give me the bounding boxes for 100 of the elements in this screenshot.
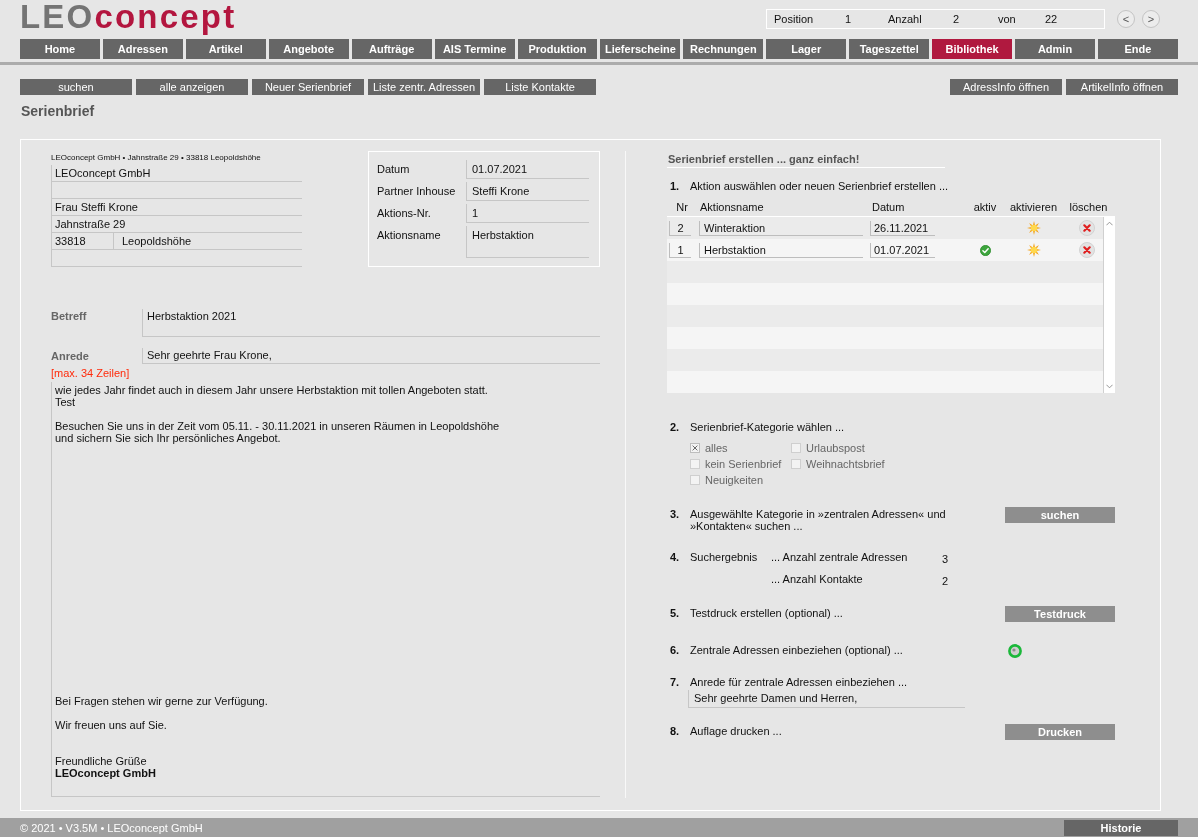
address-field[interactable]: LEOconcept GmbH [51,165,302,182]
nav-tab[interactable]: Lager [766,39,847,59]
toolbar-button[interactable]: AdressInfo öffnen [950,79,1062,95]
step-number: 8. [669,725,681,737]
checkbox[interactable] [791,443,801,453]
action-name-field[interactable]: Winteraktion [699,220,863,236]
result-value: 3 [942,552,949,565]
previous-record-button[interactable]: < [1117,10,1135,28]
sun-icon[interactable] [1026,221,1041,235]
step-text: Anrede für zentrale Adressen einbeziehen ... [690,676,909,688]
info-field[interactable]: Herbstaktion [466,226,589,258]
delete-icon[interactable] [1079,242,1095,258]
salutation-label: Anrede [51,349,90,364]
nav-tab[interactable]: Aufträge [351,39,432,59]
scrollbar[interactable] [1103,217,1115,393]
letter-paragraph: Freundliche Grüße LEOconcept GmbH [55,755,157,779]
address-field[interactable]: Jahnstraße 29 [51,216,302,233]
scroll-up-icon[interactable] [1106,221,1113,226]
toolbar-button[interactable]: suchen [20,79,132,95]
info-field[interactable]: 01.07.2021 [466,160,589,179]
record-label: von [997,13,1017,25]
action-name-field[interactable]: Herbstaktion [699,242,863,258]
scroll-down-icon[interactable] [1106,384,1113,389]
subject-label: Betreff [51,309,88,324]
step-number: 7. [669,676,681,688]
checkbox[interactable] [690,459,700,469]
checkbox[interactable] [791,459,801,469]
record-value: 2 [952,13,961,25]
step-number: 1. [669,180,681,192]
nav-tab[interactable]: Angebote [268,39,349,59]
nav-tab[interactable]: Rechnungen [683,39,764,59]
column-header: aktiv [972,201,998,215]
nav-tab[interactable]: Tageszettel [849,39,930,59]
nav-tab[interactable]: Produktion [517,39,598,59]
nav-tab[interactable]: Adressen [102,39,183,59]
page-title: Serienbrief [21,103,95,119]
nav-tab[interactable]: Artikel [185,39,266,59]
step-number: 5. [669,607,681,619]
step-button[interactable]: suchen [1005,507,1115,523]
sender-line: LEOconcept GmbH • Jahnstraße 29 • 33818 Leopoldshöhe [51,152,262,164]
toolbar-button[interactable]: Liste Kontakte [484,79,596,95]
date-field[interactable]: 26.11.2021 [870,220,935,236]
city-field[interactable]: Leopoldshöhe [113,233,302,250]
zip-field[interactable]: 33818 [51,233,113,250]
step-button[interactable]: Testdruck [1005,606,1115,622]
record-value: 1 [844,13,853,25]
toolbar-button[interactable]: ArtikelInfo öffnen [1066,79,1178,95]
checkbox[interactable] [690,443,700,453]
nav-tab[interactable]: Lieferscheine [600,39,681,59]
address-field[interactable] [51,182,302,199]
column-header: Nr [675,201,689,215]
checkbox-label[interactable]: kein Serienbrief [705,458,782,470]
nr-field[interactable]: 1 [669,242,691,258]
toolbar-button[interactable]: Liste zentr. Adressen [368,79,480,95]
toolbar-button[interactable]: alle anzeigen [136,79,248,95]
info-label: Aktionsname [377,228,442,243]
table-row[interactable]: 2 Winteraktion 26.11.2021 [667,217,1103,239]
toggle-ring-icon[interactable] [1008,644,1022,658]
step-button[interactable]: Drucken [1005,724,1115,740]
nav-tab[interactable]: AIS Termine [434,39,515,59]
result-value: 2 [942,574,949,587]
column-header: aktivieren [1008,201,1059,215]
salutation-field[interactable]: Sehr geehrte Frau Krone, [142,348,600,364]
nav-tab[interactable]: Ende [1098,39,1178,59]
table-row[interactable]: 1 Herbstaktion 01.07.2021 [667,239,1103,261]
result-label: ... Anzahl Kontakte [771,573,864,587]
column-header: Aktionsname [699,201,765,215]
info-field[interactable]: 1 [466,204,589,223]
history-button[interactable]: Historie [1064,819,1178,836]
nav-tab[interactable]: Bibliothek [932,39,1013,59]
nr-field[interactable]: 2 [669,220,691,236]
checkbox-label[interactable]: Urlaubspost [806,442,865,454]
checkbox-label[interactable]: alles [705,442,728,454]
address-field[interactable]: Frau Steffi Krone [51,199,302,216]
step-text: Aktion auswählen oder neuen Serienbrief erstellen ... [690,180,950,192]
record-label: Anzahl [887,13,923,25]
nav-tab[interactable]: Home [20,39,100,59]
salutation-field[interactable]: Sehr geehrte Damen und Herren, [688,690,965,708]
checkbox[interactable] [690,475,700,485]
date-field[interactable]: 01.07.2021 [870,242,935,258]
step-text: Zentrale Adressen einbeziehen (optional) ... [690,644,904,656]
next-record-button[interactable]: > [1142,10,1160,28]
info-label: Datum [377,162,411,177]
subject-field[interactable]: Herbstaktion 2021 [142,309,600,337]
checkbox-label[interactable]: Neuigkeiten [705,474,764,486]
letter-paragraph: Wir freuen uns auf Sie. [55,719,168,731]
letter-text-field[interactable] [51,382,600,797]
column-header: löschen [1068,201,1109,215]
record-label: Position [773,13,815,25]
toolbar-button[interactable]: Neuer Serienbrief [252,79,364,95]
result-label: ... Anzahl zentrale Adressen [771,551,909,565]
checkbox-label[interactable]: Weihnachtsbrief [806,458,885,470]
info-field[interactable]: Steffi Krone [466,182,589,201]
nav-tab[interactable]: Admin [1015,39,1095,59]
delete-icon[interactable] [1079,220,1095,236]
letter-paragraph: wie jedes Jahr findet auch in diesem Jahr unsere Herbstaktion mit tollen Angeboten statt. Test [55,384,489,408]
info-label: Aktions-Nr. [377,206,432,221]
address-field[interactable] [51,250,302,267]
sun-icon[interactable] [1026,243,1041,257]
step-number: 2. [669,421,681,433]
